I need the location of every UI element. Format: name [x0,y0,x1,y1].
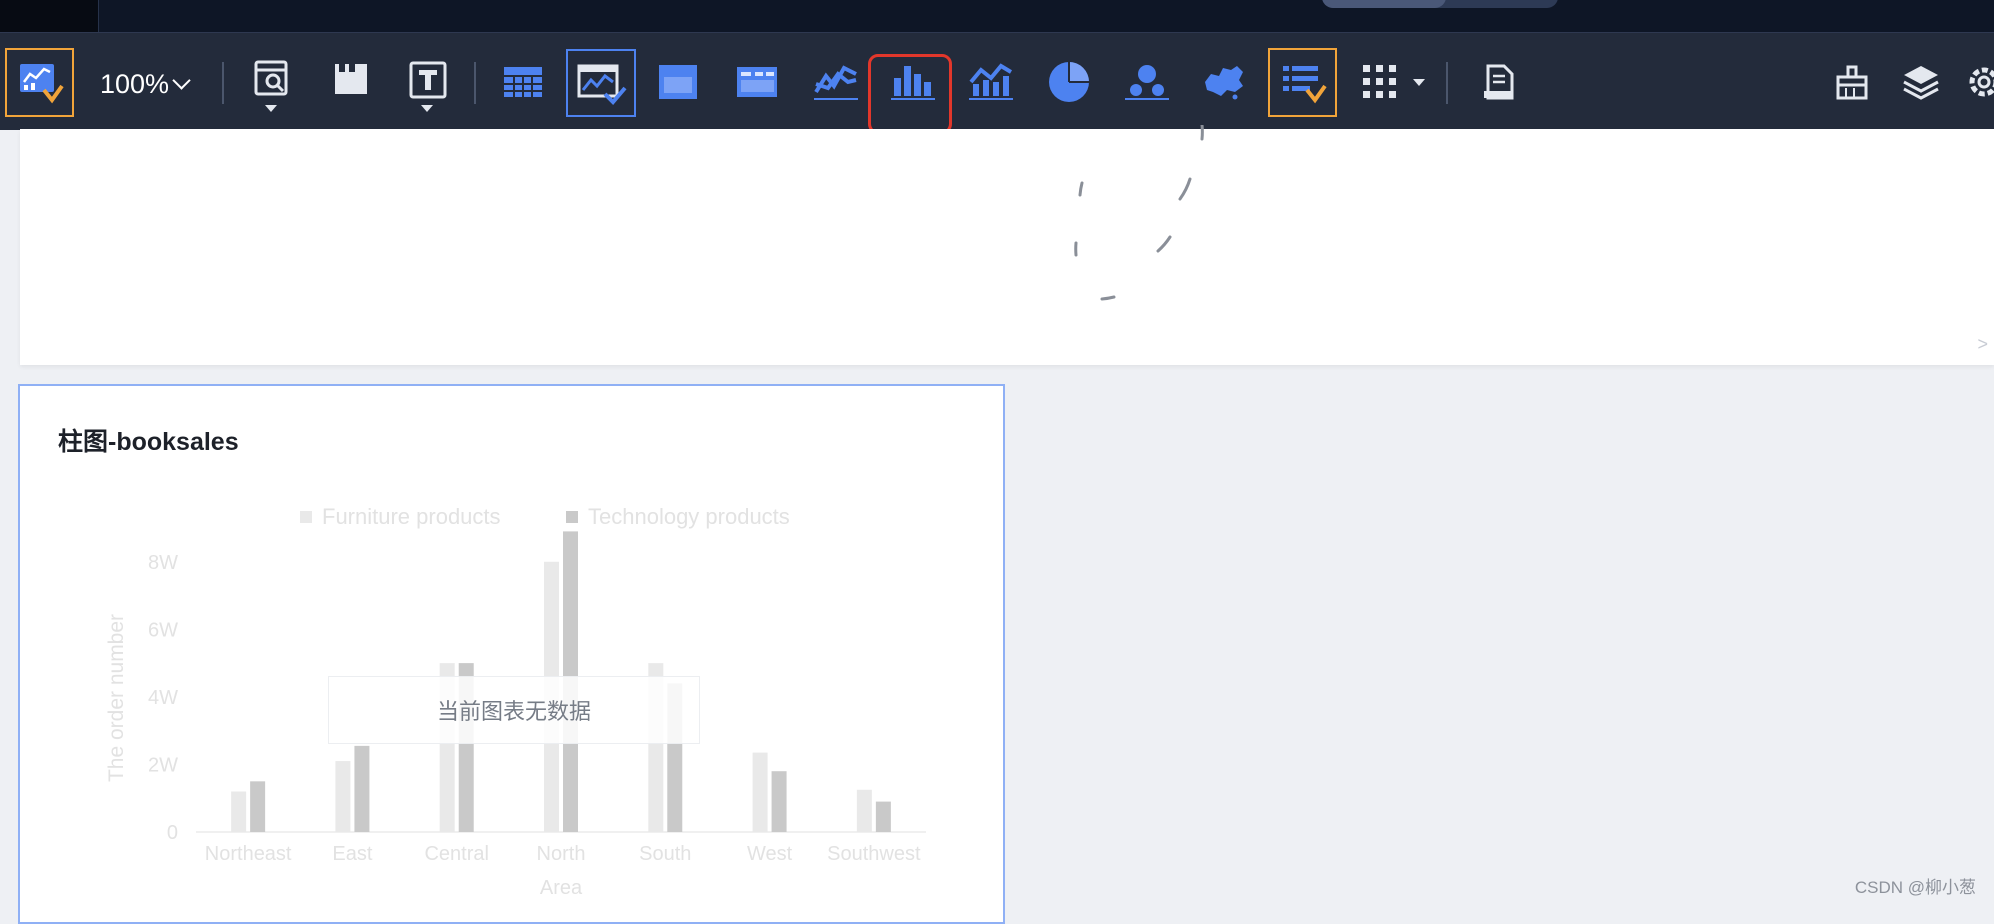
pie-chart-button[interactable] [1046,60,1092,104]
tab-container-icon [331,60,371,100]
zoom-value: 100% [100,68,170,99]
bar-technology [354,745,370,832]
bar-chart-card[interactable]: 柱图-booksales 0 2W 4W 6W 8W Northeast East Centr… [18,384,1005,924]
scatter-chart-button[interactable] [1124,60,1170,104]
x-tick-label: South [639,843,691,865]
bar-furniture [231,791,247,832]
dashboard-theme-button[interactable] [5,48,74,117]
text-dropdown-caret[interactable] [421,105,433,112]
y-tick-label: 8W [148,552,178,574]
bar-chart: 0 2W 4W 6W 8W Northeast East Central North South W… [105,504,926,899]
view-mode-toggle[interactable] [1322,0,1558,8]
dashboard-theme-icon [14,60,66,106]
report-button[interactable] [1478,62,1518,102]
legend-swatch-technology [566,511,578,523]
table-component-icon [502,63,544,101]
line-chart-icon [814,62,858,102]
chevron-down-icon [172,70,191,90]
x-tick-label: Northeast [205,843,292,865]
line-chart-button[interactable] [813,60,859,104]
x-tick-label: Southwest [827,843,921,865]
x-tick-label: Central [424,843,488,865]
zoom-select[interactable]: 100% [100,64,191,104]
tab-container-button[interactable] [329,58,373,102]
toolbar-divider [474,62,476,104]
chart-widget-icon [573,58,629,108]
legend-swatch-furniture [300,511,312,523]
x-tick-label: East [332,843,372,865]
query-filter-button[interactable] [250,58,294,102]
more-components-icon [1361,63,1399,101]
container-icon [657,63,699,101]
app-corner [0,0,99,32]
resize-handle-icon[interactable]: > [1977,334,1988,355]
clear-brush-button[interactable] [1832,62,1872,102]
no-data-message: 当前图表无数据 [328,676,700,744]
text-component-button[interactable] [406,58,450,102]
view-mode-active-segment[interactable] [1322,0,1446,8]
bar-technology [875,801,891,832]
legend-label-furniture: Furniture products [322,504,501,529]
y-tick-label: 4W [148,687,178,709]
bar-technology [250,781,266,832]
scatter-chart-icon [1125,62,1169,102]
table-component-button[interactable] [500,60,546,104]
bar-chart-highlight-box [868,54,952,134]
map-chart-icon [1201,62,1247,102]
settings-button[interactable] [1964,62,1994,102]
x-axis-title: Area [540,877,583,899]
report-icon [1480,63,1516,101]
chart-widget-button[interactable] [566,49,636,117]
y-tick-label: 6W [148,619,178,641]
list-component-button[interactable] [1268,48,1337,117]
toolbar-divider [222,62,224,104]
combo-chart-button[interactable] [968,60,1014,104]
y-tick-label: 2W [148,754,178,776]
indicator-card-button[interactable] [734,60,780,104]
query-filter-dropdown-caret[interactable] [265,105,277,112]
map-chart-button[interactable] [1200,60,1248,104]
loading-panel: > [20,129,1994,365]
y-tick-label: 0 [167,822,178,844]
x-tick-label: North [537,843,586,865]
clear-brush-icon [1834,64,1870,100]
toolbar-divider [1446,62,1448,104]
bar-furniture [856,789,872,832]
layers-button[interactable] [1900,62,1942,102]
pie-chart-icon [1047,60,1091,104]
query-filter-icon [252,60,292,100]
window-title-bar [0,0,1994,32]
x-tick-label: West [747,843,793,865]
text-component-icon [408,60,448,100]
watermark: CSDN @柳小葱 [1854,878,1976,897]
loading-spinner-icon [1030,123,1210,320]
indicator-card-icon [735,63,779,101]
more-components-dropdown-caret[interactable] [1413,79,1425,86]
layers-icon [1901,63,1941,101]
settings-gear-icon [1964,62,1994,102]
legend-label-technology: Technology products [588,504,790,529]
container-button[interactable] [655,60,701,104]
bar-technology [771,771,787,832]
list-component-icon [1277,60,1329,106]
more-components-button[interactable] [1360,62,1400,102]
bar-furniture [335,761,351,832]
bar-furniture [752,752,768,832]
y-axis-title: The order number [105,614,128,782]
combo-chart-icon [969,62,1013,102]
